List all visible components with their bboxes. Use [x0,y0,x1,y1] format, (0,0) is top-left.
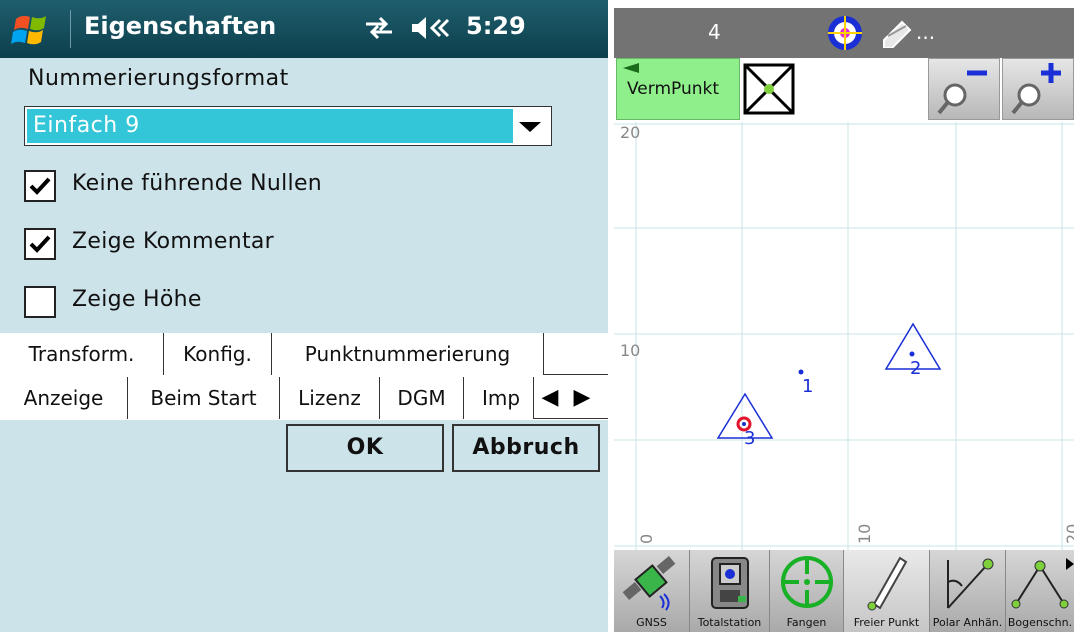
point-label: 2 [910,358,921,379]
map-plot[interactable]: 20 10 0 0 10 20 1 2 [614,122,1074,550]
checkbox-label: Keine führende Nullen [72,171,323,196]
point-label: 3 [744,428,755,449]
tab-row-2: Anzeige Beim Start Lizenz DGM Imp ◀ ▶ [0,377,608,419]
checkmark-icon [29,235,51,253]
checkbox-box[interactable] [24,286,56,318]
screenshot-root: Eigenschaften 5:29 Nummerierungsformat E… [0,0,1074,632]
more-indicator[interactable]: ... [916,20,935,44]
title-bar: Eigenschaften 5:29 [0,0,608,58]
ok-button[interactable]: OK [286,424,444,472]
chevron-down-icon[interactable] [519,122,541,132]
checkbox-label: Zeige Kommentar [72,229,274,254]
zoom-in-button[interactable] [1002,58,1074,120]
tool-label: GNSS [636,616,667,629]
tool-label: Fangen [786,616,827,629]
free-point-pen-icon [867,556,908,611]
tool-label: Polar Anhän. [932,616,1003,629]
satellite-icon [622,556,676,611]
map-point-2[interactable]: 2 [884,322,942,379]
tab-row-1: Transform. Konfig. Punktnummerierung [0,333,608,375]
tab-license[interactable]: Lizenz [280,377,380,419]
zoom-out-icon [937,70,987,115]
properties-dialog: Eigenschaften 5:29 Nummerierungsformat E… [0,0,608,632]
numbering-format-label: Nummerierungsformat [28,66,289,91]
arc-intersection-icon [1011,560,1069,609]
tab-display[interactable]: Anzeige [0,377,128,419]
survey-point-mode-button[interactable]: VermPunkt [616,58,740,120]
status-bar: 4 ... [614,8,1074,58]
gnss-target-icon[interactable] [826,14,864,52]
map-point-1[interactable]: 1 [798,369,814,398]
tab-scroll-right-icon[interactable]: ▶ [568,377,596,419]
tool-label: Bogenschn. [1007,616,1073,629]
tool-label: Freier Punkt [853,616,920,629]
tab-config[interactable]: Konfig. [164,333,272,375]
tool-polar-append[interactable]: Polar Anhän. [930,550,1006,632]
numbering-format-select[interactable]: Einfach 9 [24,106,552,146]
map-grid [614,122,1074,550]
x-tick-label: 10 [855,524,874,544]
map-toolbar: VermPunkt [614,58,1074,122]
mode-label: VermPunkt [627,79,720,99]
crosshair-icon [781,556,833,608]
pencil-icon[interactable] [880,18,916,48]
tool-free-point[interactable]: Freier Punkt [844,550,930,632]
tab-transform[interactable]: Transform. [0,333,164,375]
tool-arc-intersection[interactable]: Bogenschn. [1006,550,1074,632]
window-title: Eigenschaften [84,12,277,40]
tool-total-station[interactable]: Totalstation [690,550,770,632]
checkbox-label: Zeige Höhe [72,287,202,312]
tab-strip: Transform. Konfig. Punktnummerierung Anz… [0,333,608,420]
zoom-in-icon [1011,63,1061,115]
point-label: 1 [802,376,813,397]
x-tick-label: 0 [637,534,656,544]
cancel-button[interactable]: Abbruch [452,424,600,472]
checkbox-box[interactable] [24,170,56,202]
tab-scroll-left-icon[interactable]: ◀ [536,377,564,419]
tab-numbering[interactable]: Punktnummerierung [272,333,544,375]
tool-gnss[interactable]: GNSS [614,550,690,632]
checkbox-box[interactable] [24,228,56,260]
polar-append-icon [947,558,994,609]
windows-logo-icon[interactable] [8,9,68,49]
tool-snap[interactable]: Fangen [770,550,844,632]
volume-icon[interactable] [410,14,452,42]
more-tools-arrow-icon[interactable] [1066,558,1074,570]
total-station-icon [711,557,749,609]
snap-box-icon[interactable] [742,62,796,116]
tool-bar: GNSS Totalstation Fangen Freier Punkt Po… [614,550,1074,632]
clock[interactable]: 5:29 [466,12,526,40]
select-current-value[interactable]: Einfach 9 [27,109,513,143]
x-tick-label: 20 [1063,524,1074,544]
tab-import[interactable]: Imp [464,377,534,419]
title-separator [70,10,71,48]
y-tick-label: 10 [620,341,640,360]
tab-on-start[interactable]: Beim Start [128,377,280,419]
y-tick-label: 20 [620,123,640,142]
tab-dgm[interactable]: DGM [380,377,464,419]
satellite-count: 4 [708,20,721,44]
map-point-3[interactable]: 3 [716,392,774,449]
connectivity-icon[interactable] [362,14,396,42]
map-canvas[interactable]: 20 10 0 0 10 20 1 2 [614,122,1074,550]
zoom-out-button[interactable] [928,58,1000,120]
tool-label: Totalstation [697,616,762,629]
flag-icon [623,63,639,73]
checkmark-icon [29,177,51,195]
map-app: 4 ... VermPunkt 20 10 0 10 20 1 2 3 GNSS… [614,0,1074,632]
